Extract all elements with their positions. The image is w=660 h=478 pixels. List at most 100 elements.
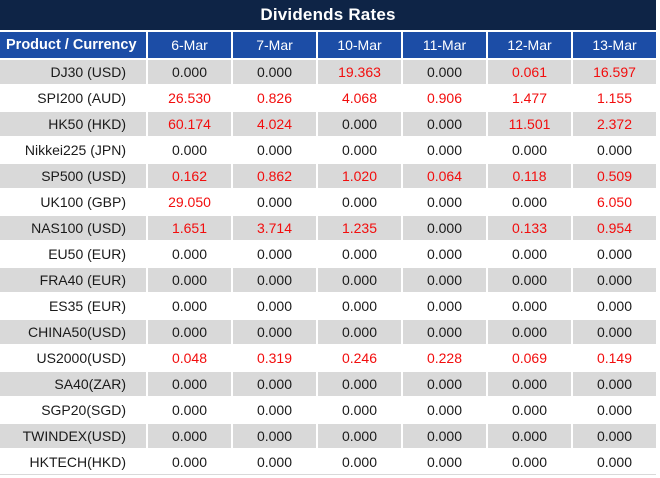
value-cell: 0.000	[318, 398, 401, 422]
value-cell: 60.174	[148, 112, 231, 136]
column-header-product-currency: Product / Currency	[0, 32, 146, 58]
value-cell: 0.000	[403, 242, 486, 266]
value-cell: 0.000	[233, 242, 316, 266]
product-cell: NAS100 (USD)	[0, 216, 146, 240]
column-header-date-4: 11-Mar	[403, 32, 486, 58]
value-cell: 1.235	[318, 216, 401, 240]
value-cell: 0.064	[403, 164, 486, 188]
value-cell: 0.000	[233, 190, 316, 214]
value-cell: 0.000	[148, 424, 231, 448]
value-cell: 0.826	[233, 86, 316, 110]
value-cell: 0.000	[403, 190, 486, 214]
value-cell: 0.246	[318, 346, 401, 370]
value-cell: 0.069	[488, 346, 571, 370]
value-cell: 0.000	[148, 372, 231, 396]
value-cell: 16.597	[573, 60, 656, 84]
value-cell: 0.000	[488, 268, 571, 292]
product-cell: SP500 (USD)	[0, 164, 146, 188]
value-cell: 1.155	[573, 86, 656, 110]
value-cell: 0.000	[403, 216, 486, 240]
value-cell: 0.509	[573, 164, 656, 188]
value-cell: 29.050	[148, 190, 231, 214]
value-cell: 0.000	[488, 294, 571, 318]
value-cell: 0.000	[403, 372, 486, 396]
value-cell: 0.000	[318, 450, 401, 474]
value-cell: 0.000	[318, 242, 401, 266]
value-cell: 0.000	[488, 242, 571, 266]
value-cell: 0.000	[403, 268, 486, 292]
table-title: Dividends Rates	[0, 0, 656, 30]
value-cell: 0.000	[318, 320, 401, 344]
value-cell: 0.000	[573, 398, 656, 422]
column-header-date-2: 7-Mar	[233, 32, 316, 58]
product-cell: HKTECH(HKD)	[0, 450, 146, 474]
value-cell: 0.000	[148, 138, 231, 162]
value-cell: 0.000	[403, 138, 486, 162]
value-cell: 0.149	[573, 346, 656, 370]
value-cell: 1.651	[148, 216, 231, 240]
value-cell: 0.000	[488, 190, 571, 214]
value-cell: 0.000	[318, 112, 401, 136]
value-cell: 0.000	[403, 294, 486, 318]
value-cell: 0.162	[148, 164, 231, 188]
value-cell: 0.000	[233, 60, 316, 84]
value-cell: 0.000	[573, 294, 656, 318]
value-cell: 0.000	[573, 372, 656, 396]
value-cell: 1.020	[318, 164, 401, 188]
value-cell: 0.000	[148, 60, 231, 84]
value-cell: 0.000	[488, 398, 571, 422]
value-cell: 0.000	[233, 372, 316, 396]
value-cell: 0.000	[488, 450, 571, 474]
value-cell: 0.000	[573, 268, 656, 292]
dividends-rates-sheet: Dividends Rates Product / Currency 6-Mar…	[0, 0, 660, 478]
value-cell: 0.000	[148, 294, 231, 318]
value-cell: 0.000	[488, 424, 571, 448]
value-cell: 0.000	[403, 450, 486, 474]
value-cell: 1.477	[488, 86, 571, 110]
value-cell: 0.000	[148, 268, 231, 292]
product-cell: EU50 (EUR)	[0, 242, 146, 266]
value-cell: 0.000	[403, 398, 486, 422]
product-cell: UK100 (GBP)	[0, 190, 146, 214]
value-cell: 6.050	[573, 190, 656, 214]
value-cell: 0.000	[233, 320, 316, 344]
value-cell: 0.000	[233, 424, 316, 448]
value-cell: 0.000	[488, 320, 571, 344]
value-cell: 0.000	[233, 138, 316, 162]
value-cell: 0.000	[573, 424, 656, 448]
product-cell: Nikkei225 (JPN)	[0, 138, 146, 162]
product-cell: CHINA50(USD)	[0, 320, 146, 344]
value-cell: 0.000	[573, 320, 656, 344]
value-cell: 0.000	[403, 60, 486, 84]
value-cell: 0.000	[573, 242, 656, 266]
value-cell: 0.000	[318, 268, 401, 292]
value-cell: 0.000	[148, 320, 231, 344]
product-cell: ES35 (EUR)	[0, 294, 146, 318]
product-cell: FRA40 (EUR)	[0, 268, 146, 292]
column-header-date-5: 12-Mar	[488, 32, 571, 58]
value-cell: 0.000	[318, 190, 401, 214]
product-cell: HK50 (HKD)	[0, 112, 146, 136]
value-cell: 0.000	[233, 398, 316, 422]
value-cell: 0.954	[573, 216, 656, 240]
value-cell: 0.000	[318, 294, 401, 318]
product-cell: SA40(ZAR)	[0, 372, 146, 396]
value-cell: 3.714	[233, 216, 316, 240]
value-cell: 0.061	[488, 60, 571, 84]
product-cell: TWINDEX(USD)	[0, 424, 146, 448]
value-cell: 0.000	[148, 450, 231, 474]
value-cell: 0.000	[233, 294, 316, 318]
value-cell: 0.000	[233, 450, 316, 474]
value-cell: 0.862	[233, 164, 316, 188]
column-header-date-3: 10-Mar	[318, 32, 401, 58]
value-cell: 2.372	[573, 112, 656, 136]
value-cell: 0.000	[318, 424, 401, 448]
value-cell: 0.000	[403, 320, 486, 344]
value-cell: 0.228	[403, 346, 486, 370]
value-cell: 0.118	[488, 164, 571, 188]
product-cell: DJ30 (USD)	[0, 60, 146, 84]
value-cell: 0.000	[403, 424, 486, 448]
value-cell: 4.068	[318, 86, 401, 110]
value-cell: 0.000	[148, 398, 231, 422]
value-cell: 0.906	[403, 86, 486, 110]
